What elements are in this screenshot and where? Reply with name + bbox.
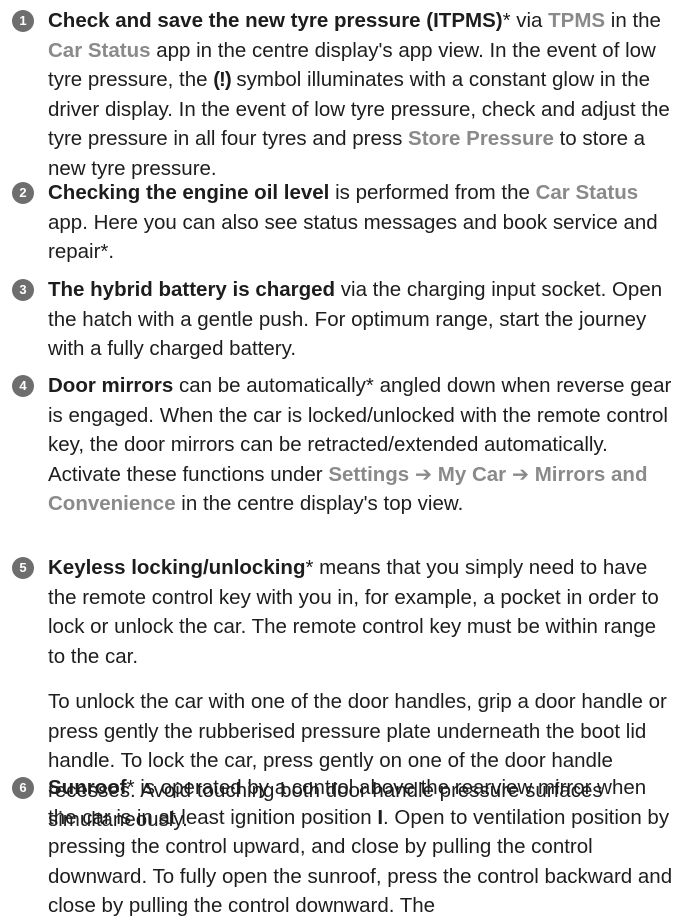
item-heading: Keyless locking/unlocking [48, 556, 306, 579]
step-number-badge: 4 [12, 375, 34, 397]
item-heading: The hybrid battery is charged [48, 278, 336, 301]
text-run: is performed from the [329, 181, 536, 204]
ui-term-car-status: Car Status [535, 181, 639, 204]
item-text: Sunroof* is operated by a control above … [48, 773, 678, 921]
item-paragraph: The hybrid battery is charged via the ch… [48, 275, 678, 364]
ui-term-car-status: Car Status [48, 38, 151, 62]
item-text: Door mirrors can be automatically* angle… [48, 371, 678, 519]
text-run: in the [605, 9, 661, 32]
manual-page: 1 Check and save the new tyre pressure (… [0, 0, 680, 917]
step-number-badge: 5 [12, 557, 34, 579]
step-number-badge: 2 [12, 182, 34, 204]
item-heading: Sunroof [48, 776, 127, 799]
item-heading: Check and save the new tyre pressure (IT… [48, 9, 503, 32]
tyre-pressure-warning-icon: (!) [213, 68, 232, 91]
step-number-badge: 1 [12, 10, 34, 32]
item-paragraph: Keyless locking/unlocking* means that yo… [48, 553, 678, 671]
text-run: in the centre display's top view. [175, 492, 464, 515]
step-number-badge: 6 [12, 777, 34, 799]
step-number-badge: 3 [12, 279, 34, 301]
item-paragraph: Checking the engine oil level is perform… [48, 178, 678, 267]
text-run: * via [502, 9, 549, 32]
item-text: The hybrid battery is charged via the ch… [48, 275, 678, 364]
ui-term-store-pressure: Store Pressure [408, 127, 554, 150]
item-paragraph: Door mirrors can be automatically* angle… [48, 371, 678, 519]
item-heading: Door mirrors [48, 374, 174, 397]
item-text: Check and save the new tyre pressure (IT… [48, 6, 678, 183]
item-text: Checking the engine oil level is perform… [48, 178, 678, 267]
item-paragraph: Sunroof* is operated by a control above … [48, 773, 678, 921]
text-run: app. Here you can also see status messag… [48, 210, 658, 264]
item-heading: Checking the engine oil level [48, 181, 330, 204]
ui-term-tpms: TPMS [548, 9, 606, 32]
item-paragraph: Check and save the new tyre pressure (IT… [48, 6, 678, 183]
